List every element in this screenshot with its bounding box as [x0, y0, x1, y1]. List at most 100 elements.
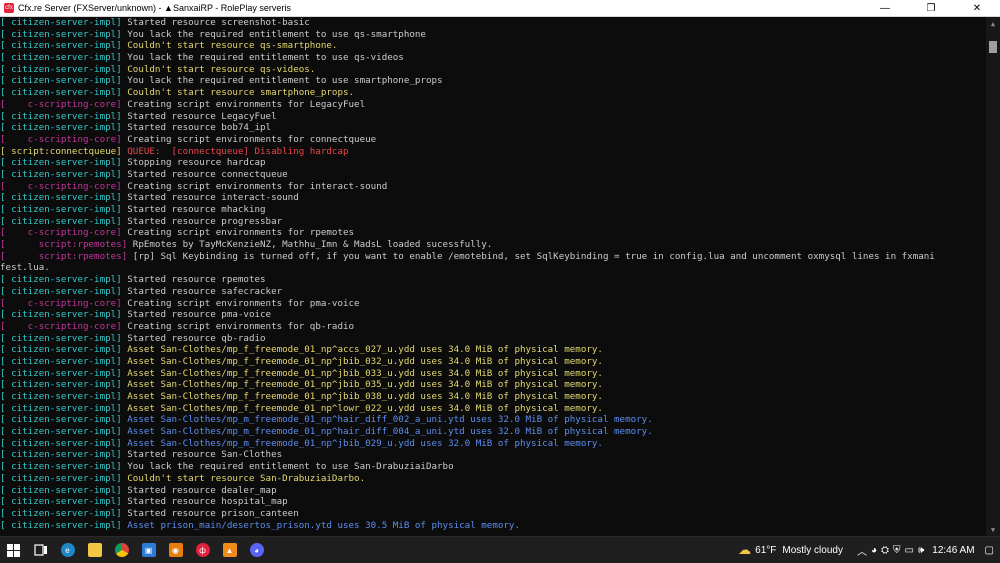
console-line: [ citizen-server-impl] Started resource … — [0, 274, 986, 286]
console-line: [ citizen-server-impl] Started resource … — [0, 449, 986, 461]
log-message: QUEUE: [connectqueue] Disabling hardcap — [127, 145, 349, 157]
console-line: [ script:rpemotes] [rp] Sql Keybinding i… — [0, 251, 986, 263]
log-message: Couldn't start resource smartphone_props… — [127, 87, 355, 99]
app-icon[interactable]: ▣ — [135, 537, 162, 563]
maximize-button[interactable]: ❐ — [908, 0, 954, 16]
log-message: Started resource rpemotes — [127, 274, 266, 286]
log-source-tag: [ citizen-server-impl] — [0, 75, 122, 87]
discord-tray-icon[interactable]: ◕ — [871, 545, 877, 556]
log-source-tag: [ citizen-server-impl] — [0, 157, 122, 169]
console-line: [ citizen-server-impl] Asset San-Clothes… — [0, 368, 986, 380]
log-source-tag: [ citizen-server-impl] — [0, 437, 122, 449]
console-line: [ citizen-server-impl] Started resource … — [0, 111, 986, 123]
log-source-tag: [ c-scripting-core] — [0, 297, 122, 309]
scroll-up-icon[interactable]: ▲ — [986, 17, 1000, 31]
scroll-down-icon[interactable]: ▼ — [986, 523, 1000, 537]
log-message: Started resource LegacyFuel — [127, 110, 277, 122]
log-source-tag: [ citizen-server-impl] — [0, 461, 122, 473]
console-line: [ citizen-server-impl] Asset San-Clothes… — [0, 438, 986, 450]
console-line: [ citizen-server-impl] Couldn't start re… — [0, 473, 986, 485]
app-tray-icon[interactable]: ⛭ — [881, 545, 889, 556]
console-line: fest.lua. — [0, 262, 986, 274]
edge-icon[interactable]: e — [54, 537, 81, 563]
log-message: Asset San-Clothes/mp_m_freemode_01_np^ha… — [127, 426, 653, 438]
console-line: [ citizen-server-impl] Couldn't start re… — [0, 87, 986, 99]
console-line: [ citizen-server-impl] You lack the requ… — [0, 75, 986, 87]
weather-temp[interactable]: 61°F — [755, 545, 776, 556]
log-source-tag: [ citizen-server-impl] — [0, 122, 122, 134]
log-message: Started resource safecracker — [127, 285, 283, 297]
window-controls: — ❐ ✕ — [862, 0, 1000, 16]
log-message: Creating script environments for interac… — [127, 180, 388, 192]
log-source-tag: [ c-scripting-core] — [0, 180, 122, 192]
log-message: Started resource progressbar — [127, 215, 283, 227]
clock[interactable]: 12:46 AM — [932, 545, 974, 556]
console-line: [ c-scripting-core] Creating script envi… — [0, 99, 986, 111]
console-line: [ citizen-server-impl] Started resource … — [0, 216, 986, 228]
shield-icon[interactable]: ⛨ — [893, 545, 901, 556]
log-source-tag: [ citizen-server-impl] — [0, 367, 122, 379]
log-source-tag: [ citizen-server-impl] — [0, 309, 122, 321]
windows-start-icon[interactable] — [0, 537, 27, 563]
log-message: RpEmotes by TayMcKenzieNZ, Mathhu_Imn & … — [132, 239, 493, 251]
log-source-tag: [ script:connectqueue] — [0, 145, 122, 157]
log-message: You lack the required entitlement to use… — [127, 75, 443, 87]
console-line: [ c-scripting-core] Creating script envi… — [0, 181, 986, 193]
log-message: You lack the required entitlement to use… — [127, 28, 426, 40]
log-message: Started resource connectqueue — [127, 168, 288, 180]
console-line: [ citizen-server-impl] Stopping resource… — [0, 157, 986, 169]
log-message: Couldn't start resource qs-videos. — [127, 63, 316, 75]
console-line: [ citizen-server-impl] Asset San-Clothes… — [0, 414, 986, 426]
file-explorer-icon[interactable] — [81, 537, 108, 563]
volume-icon[interactable]: 🕪 — [918, 545, 924, 556]
notification-icon[interactable]: ▢ — [985, 545, 994, 556]
log-source-tag: [ citizen-server-impl] — [0, 426, 122, 438]
console-line: [ citizen-server-impl] You lack the requ… — [0, 461, 986, 473]
log-message: Started resource mhacking — [127, 204, 266, 215]
log-source-tag: [ citizen-server-impl] — [0, 355, 122, 367]
network-icon[interactable]: ▭ — [905, 545, 914, 556]
log-source-tag: [ citizen-server-impl] — [0, 110, 122, 122]
log-source-tag: [ citizen-server-impl] — [0, 449, 122, 461]
console-line: [ citizen-server-impl] Asset San-Clothes… — [0, 403, 986, 415]
chrome-icon[interactable] — [108, 537, 135, 563]
title-bar: cfx Cfx.re Server (FXServer/unknown) - ▲… — [0, 0, 1000, 17]
log-message: Asset prison_main/desertos_prison.ytd us… — [127, 519, 520, 531]
minimize-button[interactable]: — — [862, 0, 908, 16]
log-source-tag: [ citizen-server-impl] — [0, 192, 122, 204]
blender-icon[interactable]: ◉ — [162, 537, 189, 563]
console-line: [ citizen-server-impl] You lack the requ… — [0, 29, 986, 41]
console-line: [ citizen-server-impl] Couldn't start re… — [0, 64, 986, 76]
task-view-icon[interactable] — [27, 537, 54, 563]
console-line: [ citizen-server-impl] Started resource … — [0, 485, 986, 497]
chevron-up-icon[interactable]: ︿ — [857, 543, 867, 558]
window-title: Cfx.re Server (FXServer/unknown) - ▲Sanx… — [18, 3, 291, 13]
log-source-tag: [ c-scripting-core] — [0, 227, 122, 239]
console-line: [ citizen-server-impl] Couldn't start re… — [0, 40, 986, 52]
close-button[interactable]: ✕ — [954, 0, 1000, 16]
console-line: [ citizen-server-impl] Started resource … — [0, 309, 986, 321]
log-source-tag: [ script:rpemotes] — [0, 250, 128, 262]
log-source-tag: [ citizen-server-impl] — [0, 168, 122, 180]
scroll-thumb[interactable] — [989, 41, 997, 53]
vlc-icon[interactable]: ▲ — [216, 537, 243, 563]
log-message: Started resource qb-radio — [127, 332, 266, 344]
console-line: [ c-scripting-core] Creating script envi… — [0, 321, 986, 333]
fivem-icon[interactable]: ф — [189, 537, 216, 563]
console-line: [ script:connectqueue] QUEUE: [connectqu… — [0, 146, 986, 158]
log-message: Started resource pma-voice — [127, 309, 272, 321]
fivem-app-icon: cfx — [4, 3, 14, 13]
console-line: [ script:rpemotes] RpEmotes by TayMcKenz… — [0, 239, 986, 251]
log-source-tag: [ citizen-server-impl] — [0, 472, 122, 484]
log-message: Creating script environments for LegacyF… — [127, 98, 366, 110]
log-message: Couldn't start resource qs-smartphone. — [127, 40, 338, 52]
log-message: [rp] Sql Keybinding is turned off, if yo… — [132, 250, 935, 262]
console-output[interactable]: [ citizen-server-impl] Started resource … — [0, 17, 986, 537]
log-source-tag: [ citizen-server-impl] — [0, 402, 122, 414]
discord-icon[interactable]: ◕ — [243, 537, 270, 563]
taskbar: e ▣ ◉ ф ▲ ◕ ☁ 61°F Mostly cloudy ︿ ◕ ⛭ ⛨… — [0, 536, 1000, 563]
weather-text[interactable]: Mostly cloudy — [782, 545, 843, 556]
vertical-scrollbar[interactable]: ▲ ▼ — [986, 17, 1000, 537]
weather-icon[interactable]: ☁ — [738, 542, 751, 558]
console-line: [ citizen-server-impl] Started resource … — [0, 122, 986, 134]
